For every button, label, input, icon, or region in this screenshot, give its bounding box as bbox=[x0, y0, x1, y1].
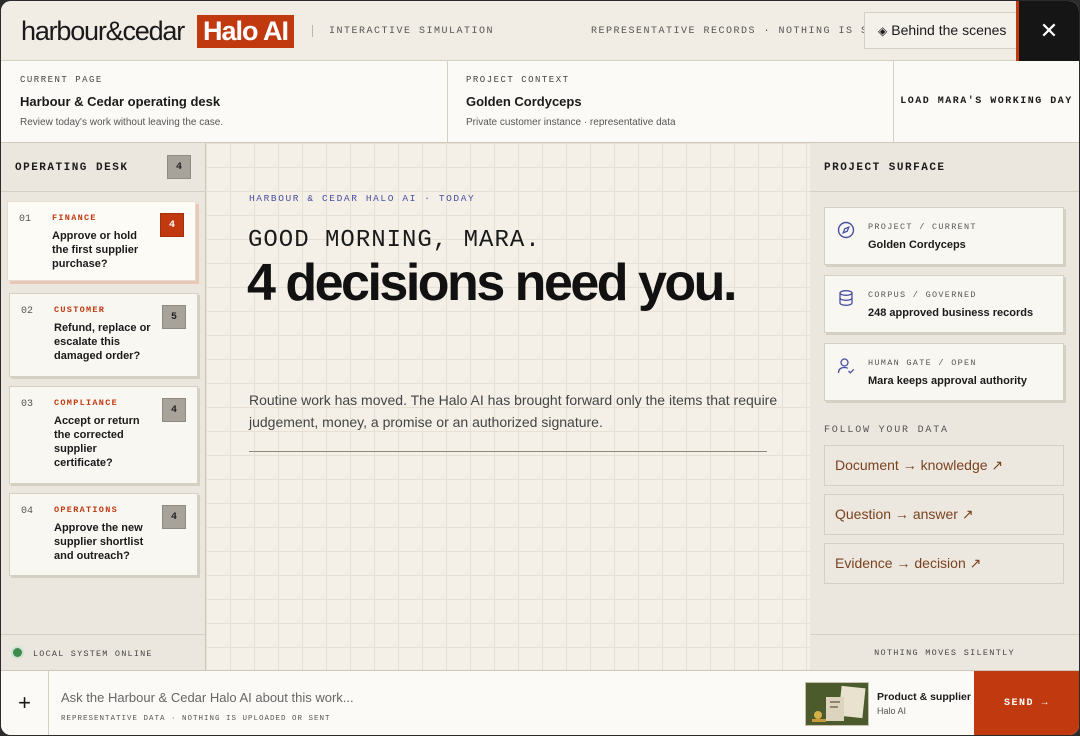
system-status-label: LOCAL SYSTEM ONLINE bbox=[33, 649, 153, 659]
project-context-label: PROJECT CONTEXT bbox=[466, 75, 570, 85]
current-page-cell: CURRENT PAGE Harbour & Cedar operating d… bbox=[1, 61, 448, 143]
close-icon: ✕ bbox=[1039, 18, 1059, 43]
surface-card-value: 248 approved business records bbox=[868, 307, 1034, 319]
app-window: harbour&cedar Halo AI INTERACTIVE SIMULA… bbox=[1, 1, 1079, 735]
follow-data-label: FOLLOW YOUR DATA bbox=[824, 425, 949, 436]
task-question: Accept or return the corrected supplier … bbox=[54, 415, 140, 469]
task-count-badge: 5 bbox=[162, 305, 186, 329]
task-count-badge: 4 bbox=[160, 213, 184, 237]
surface-card-corpus[interactable]: CORPUS / GOVERNED 248 approved business … bbox=[824, 275, 1064, 333]
task-card-finance[interactable]: 01 FINANCE Approve or hold the first sup… bbox=[7, 201, 196, 281]
context-meta: Halo AI bbox=[877, 706, 907, 716]
project-surface-title: PROJECT SURFACE bbox=[824, 162, 946, 174]
ask-input[interactable] bbox=[61, 687, 761, 707]
surface-card-project[interactable]: PROJECT / CURRENT Golden Cordyceps bbox=[824, 207, 1064, 265]
brand-logo: harbour&cedar bbox=[21, 16, 185, 46]
send-button[interactable]: SEND → bbox=[974, 671, 1079, 735]
operating-desk-title: OPERATING DESK bbox=[15, 162, 129, 174]
task-question: Approve the new supplier shortlist and o… bbox=[54, 522, 144, 562]
task-category: COMPLIANCE bbox=[54, 398, 119, 408]
context-bar: CURRENT PAGE Harbour & Cedar operating d… bbox=[1, 61, 1079, 143]
task-category: OPERATIONS bbox=[54, 505, 119, 515]
load-working-day-button[interactable]: LOAD MARA'S WORKING DAY bbox=[894, 61, 1079, 143]
main-content: HARBOUR & CEDAR HALO AI · TODAY GOOD MOR… bbox=[206, 143, 810, 670]
surface-card-label: HUMAN GATE / OPEN bbox=[868, 358, 977, 368]
task-count-badge: 4 bbox=[162, 398, 186, 422]
current-page-subtitle: Review today's work without leaving the … bbox=[20, 117, 224, 128]
system-status: LOCAL SYSTEM ONLINE bbox=[1, 634, 206, 670]
surface-card-value: Golden Cordyceps bbox=[868, 239, 966, 251]
task-card-operations[interactable]: 04 OPERATIONS Approve the new supplier s… bbox=[9, 493, 198, 576]
task-number: 02 bbox=[21, 306, 34, 317]
product-image-icon bbox=[806, 683, 868, 725]
link-document-knowledge[interactable]: Document → knowledge ↗ bbox=[824, 445, 1064, 486]
task-question: Approve or hold the first supplier purch… bbox=[52, 230, 139, 270]
task-category: FINANCE bbox=[52, 213, 97, 223]
project-surface-panel: PROJECT SURFACE PROJECT / CURRENT Golden… bbox=[810, 143, 1079, 670]
task-card-compliance[interactable]: 03 COMPLIANCE Accept or return the corre… bbox=[9, 386, 198, 484]
project-context-cell: PROJECT CONTEXT Golden Cordyceps Private… bbox=[448, 61, 894, 143]
task-number: 03 bbox=[21, 399, 34, 410]
desk-count-badge: 4 bbox=[167, 155, 191, 179]
lede-paragraph: Routine work has moved. The Halo AI has … bbox=[249, 392, 778, 430]
diamond-icon: ◈ bbox=[878, 24, 888, 38]
task-question: Refund, replace or escalate this damaged… bbox=[54, 322, 151, 362]
operating-desk-header: OPERATING DESK 4 bbox=[1, 143, 206, 192]
user-check-icon bbox=[837, 358, 855, 374]
current-page-label: CURRENT PAGE bbox=[20, 75, 103, 85]
divider bbox=[249, 451, 767, 452]
link-question-answer[interactable]: Question → answer ↗ bbox=[824, 494, 1064, 535]
composer-bar: + REPRESENTATIVE DATA · NOTHING IS UPLOA… bbox=[1, 670, 1079, 735]
task-card-customer[interactable]: 02 CUSTOMER Refund, replace or escalate … bbox=[9, 293, 198, 377]
top-bar: harbour&cedar Halo AI INTERACTIVE SIMULA… bbox=[1, 1, 1079, 61]
current-page-title: Harbour & Cedar operating desk bbox=[20, 94, 221, 109]
divider bbox=[312, 25, 313, 37]
add-attachment-button[interactable]: + bbox=[1, 671, 49, 735]
link-evidence-decision[interactable]: Evidence → decision ↗ bbox=[824, 543, 1064, 584]
task-count-badge: 4 bbox=[162, 505, 186, 529]
task-number: 01 bbox=[19, 214, 32, 225]
composer-note: REPRESENTATIVE DATA · NOTHING IS UPLOADE… bbox=[61, 715, 331, 723]
database-icon bbox=[839, 290, 853, 306]
close-button[interactable]: ✕ bbox=[1019, 1, 1079, 61]
context-thumbnail[interactable] bbox=[805, 682, 869, 726]
behind-the-scenes-label: Behind the scenes bbox=[891, 22, 1007, 38]
surface-card-label: PROJECT / CURRENT bbox=[868, 222, 977, 232]
surface-footer: NOTHING MOVES SILENTLY bbox=[810, 634, 1079, 670]
context-name: Product & supplier bbox=[877, 691, 971, 703]
task-category: CUSTOMER bbox=[54, 305, 106, 315]
project-context-title: Golden Cordyceps bbox=[466, 94, 582, 109]
behind-the-scenes-button[interactable]: ◈ Behind the scenes bbox=[864, 12, 1019, 49]
compass-icon bbox=[837, 221, 855, 239]
task-number: 04 bbox=[21, 506, 34, 517]
project-surface-header: PROJECT SURFACE bbox=[810, 143, 1079, 192]
surface-card-human-gate[interactable]: HUMAN GATE / OPEN Mara keeps approval au… bbox=[824, 343, 1064, 401]
project-context-subtitle: Private customer instance · representati… bbox=[466, 117, 676, 128]
status-dot-icon bbox=[13, 648, 22, 657]
mode-label: INTERACTIVE SIMULATION bbox=[329, 26, 495, 37]
headline: 4 decisions need you. bbox=[247, 254, 737, 312]
surface-card-label: CORPUS / GOVERNED bbox=[868, 290, 977, 300]
main-eyebrow: HARBOUR & CEDAR HALO AI · TODAY bbox=[249, 193, 476, 204]
product-badge: Halo AI bbox=[197, 15, 294, 48]
records-label: REPRESENTATIVE RECORDS · NOTHING IS SENT bbox=[591, 26, 892, 37]
operating-desk-panel: OPERATING DESK 4 01 FINANCE Approve or h… bbox=[1, 143, 206, 670]
greeting: GOOD MORNING, MARA. bbox=[248, 227, 541, 254]
surface-card-value: Mara keeps approval authority bbox=[868, 375, 1027, 387]
